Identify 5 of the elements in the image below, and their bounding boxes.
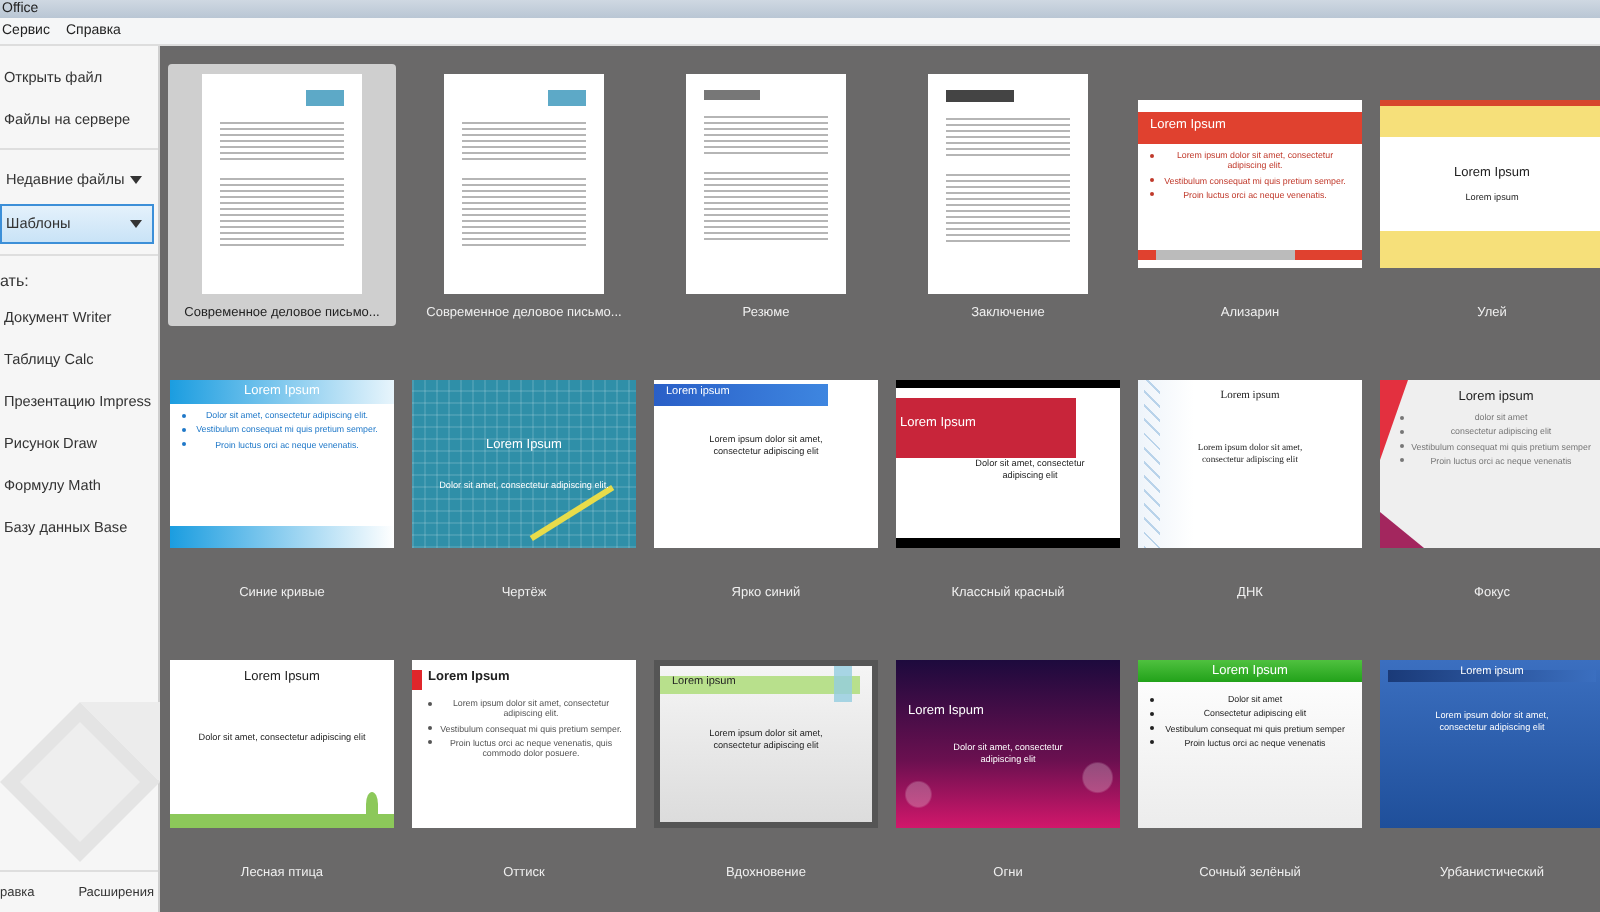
section-heading: ать:	[0, 270, 29, 294]
dropdown-arrow-icon	[130, 220, 142, 228]
decorative-shape	[529, 485, 615, 541]
decorative-shape	[412, 670, 422, 690]
dropdown-arrow-icon	[130, 176, 142, 184]
